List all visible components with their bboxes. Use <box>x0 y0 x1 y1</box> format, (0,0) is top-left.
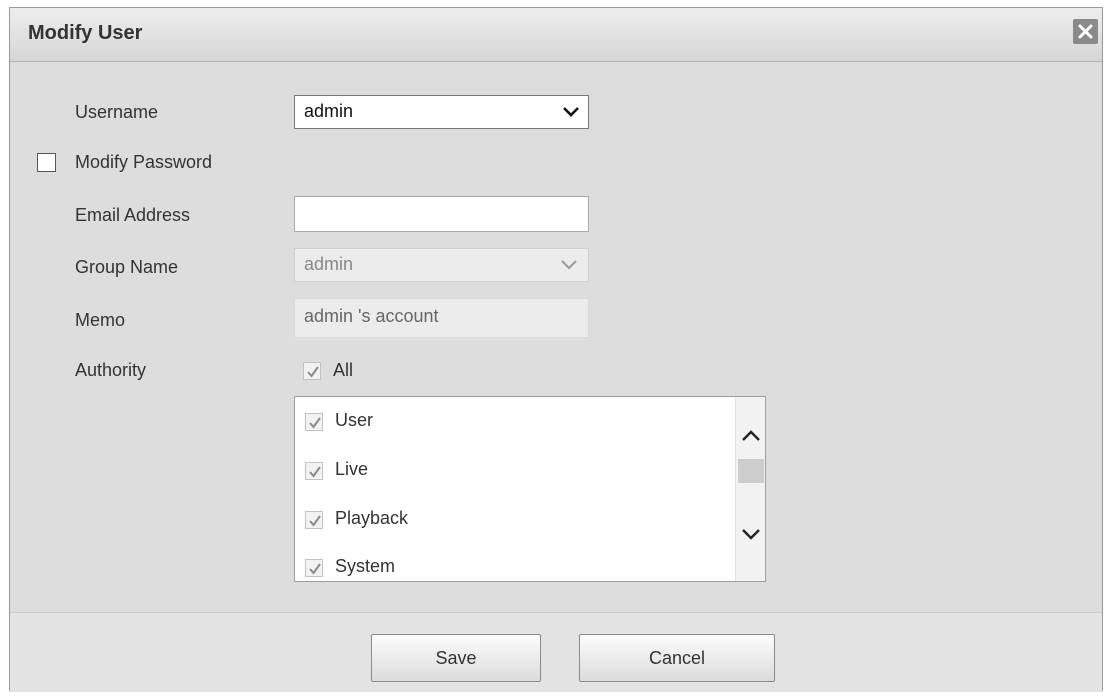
checkmark-icon <box>309 466 321 478</box>
authority-list[interactable]: User Live Playback System <box>294 396 766 582</box>
chevron-up-icon[interactable] <box>741 429 761 443</box>
checkmark-icon <box>309 417 321 429</box>
checkmark-icon <box>307 366 319 378</box>
close-button[interactable] <box>1073 19 1098 44</box>
modify-password-checkbox[interactable] <box>37 153 56 172</box>
checkmark-icon <box>309 515 321 527</box>
username-value: admin <box>304 101 354 121</box>
cancel-button[interactable]: Cancel <box>579 634 775 682</box>
user-authority-checkbox <box>305 413 323 431</box>
memo-field: admin 's account <box>294 298 589 338</box>
dialog-footer: Save Cancel <box>10 612 1102 692</box>
modify-password-label: Modify Password <box>75 152 213 172</box>
memo-label: Memo <box>75 310 126 330</box>
list-item-label: Playback <box>335 508 409 528</box>
list-item: Live <box>295 456 731 486</box>
group-name-select: admin <box>294 248 589 282</box>
dialog-title: Modify User <box>28 22 143 44</box>
dialog-titlebar: Modify User <box>10 8 1102 62</box>
list-item-label: System <box>335 556 396 576</box>
memo-value: admin 's account <box>304 306 439 326</box>
checkmark-icon <box>309 563 321 575</box>
list-item: User <box>295 407 731 437</box>
live-authority-checkbox <box>305 462 323 480</box>
save-button[interactable]: Save <box>371 634 541 682</box>
close-x-icon <box>1078 24 1093 39</box>
chevron-down-icon <box>563 107 579 117</box>
authority-list-scrollbar[interactable] <box>735 397 765 581</box>
username-label: Username <box>75 102 159 122</box>
group-name-label: Group Name <box>75 257 179 277</box>
chevron-down-icon <box>561 260 577 270</box>
playback-authority-checkbox <box>305 511 323 529</box>
list-item-label: Live <box>335 459 369 479</box>
modify-user-dialog: Modify User Username admin Modify Passwo… <box>9 7 1103 692</box>
list-item: System <box>295 553 731 581</box>
authority-all-label: All <box>333 360 354 380</box>
scrollbar-thumb[interactable] <box>738 459 764 483</box>
email-field[interactable] <box>294 196 589 232</box>
email-label: Email Address <box>75 205 191 225</box>
authority-all-checkbox <box>303 362 321 380</box>
username-select[interactable]: admin <box>294 95 589 129</box>
list-item: Playback <box>295 505 731 535</box>
authority-label: Authority <box>75 360 147 380</box>
chevron-down-icon[interactable] <box>741 527 761 541</box>
system-authority-checkbox <box>305 559 323 577</box>
group-name-value: admin <box>304 254 354 274</box>
list-item-label: User <box>335 410 374 430</box>
